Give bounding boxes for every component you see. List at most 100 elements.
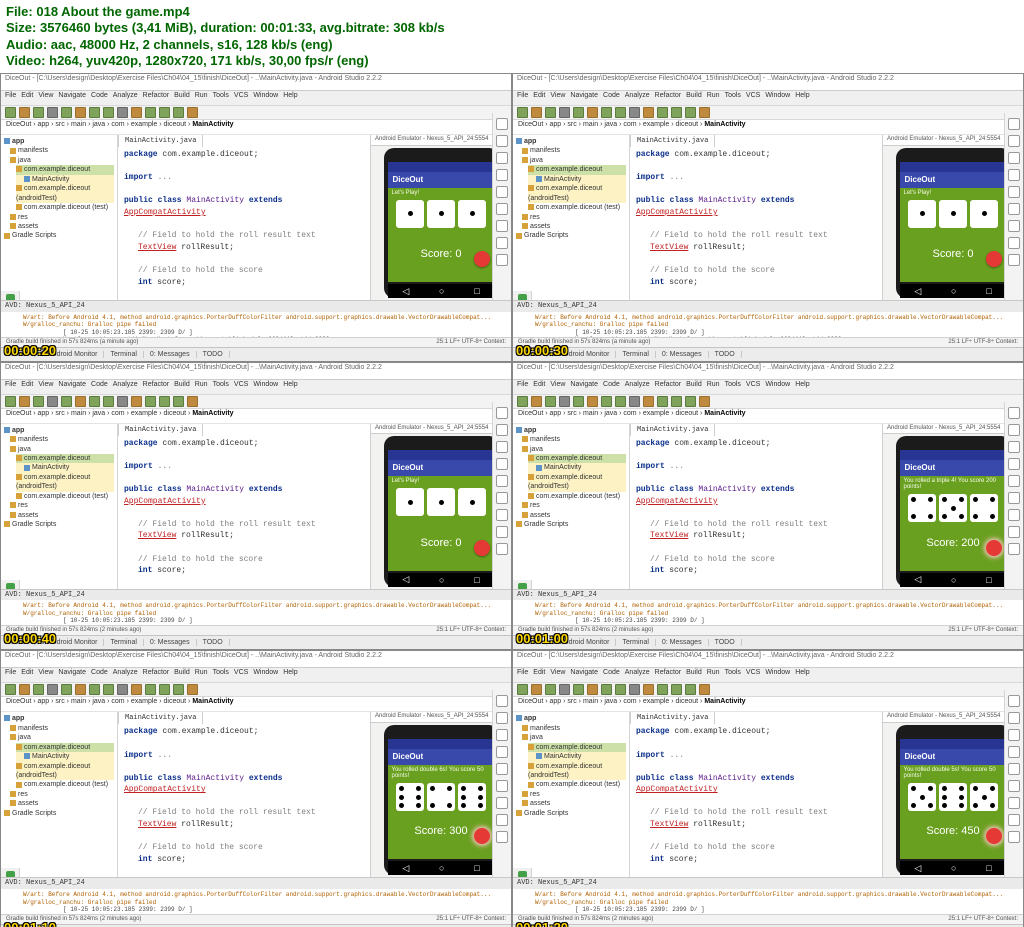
tree-item-main-activity[interactable]: MainActivity: [16, 175, 114, 184]
toolbar-icon[interactable]: [587, 684, 598, 695]
code-area[interactable]: package com.example.diceout; import ... …: [124, 149, 364, 300]
emulator-tool-icon[interactable]: [496, 254, 508, 266]
toolbar-icon[interactable]: [5, 107, 16, 118]
emulator-tool-icon[interactable]: [496, 169, 508, 181]
toolbar-icon[interactable]: [173, 107, 184, 118]
roll-fab-button[interactable]: [986, 251, 1002, 267]
emulator-tool-icon[interactable]: [496, 475, 508, 487]
app-screen[interactable]: DiceOut Let's Play! Score: 0: [900, 162, 1007, 282]
toolbar-icon[interactable]: [117, 396, 128, 407]
tree-root[interactable]: app: [516, 714, 626, 723]
menu-item[interactable]: Code: [603, 92, 620, 99]
home-icon[interactable]: ○: [439, 286, 444, 296]
menu-item[interactable]: Code: [91, 381, 108, 388]
toolbar-icon[interactable]: [559, 107, 570, 118]
menu-item[interactable]: Window: [765, 381, 790, 388]
tree-item[interactable]: Gradle Scripts: [4, 809, 114, 818]
menu-item[interactable]: Help: [283, 381, 297, 388]
emulator-tool-icon[interactable]: [1008, 220, 1020, 232]
tree-item[interactable]: java: [522, 733, 626, 742]
tree-item[interactable]: assets: [522, 799, 626, 808]
menu-item[interactable]: Analyze: [113, 381, 138, 388]
toolbar-icon[interactable]: [19, 396, 30, 407]
menu-item[interactable]: View: [550, 381, 565, 388]
tree-item[interactable]: com.example.diceout: [528, 165, 626, 174]
emulator-tool-icon[interactable]: [1008, 780, 1020, 792]
bottom-tab[interactable]: TODO: [709, 351, 742, 358]
toolbar-icon[interactable]: [19, 684, 30, 695]
emulator-tool-icon[interactable]: [1008, 118, 1020, 130]
menu-item[interactable]: Edit: [21, 92, 33, 99]
run-tab-header[interactable]: AVD: Nexus_5_API_24: [513, 590, 1023, 601]
menu-item[interactable]: VCS: [234, 381, 248, 388]
tree-item[interactable]: manifests: [522, 724, 626, 733]
editor-tab[interactable]: MainActivity.java: [118, 135, 203, 147]
menu-item[interactable]: Build: [686, 92, 702, 99]
toolbar-icon[interactable]: [699, 396, 710, 407]
toolbar-icon[interactable]: [173, 396, 184, 407]
menu-item[interactable]: View: [38, 669, 53, 676]
back-icon[interactable]: ◁: [914, 574, 921, 585]
menu-item[interactable]: File: [5, 381, 16, 388]
menu-item[interactable]: Edit: [21, 669, 33, 676]
tree-item[interactable]: assets: [522, 511, 626, 520]
tree-item[interactable]: java: [522, 156, 626, 165]
toolbar-icon[interactable]: [657, 107, 668, 118]
emulator-tool-icon[interactable]: [496, 441, 508, 453]
menu-item[interactable]: Edit: [21, 381, 33, 388]
menu-item[interactable]: Run: [707, 92, 720, 99]
tree-item[interactable]: com.example.diceout (androidTest): [528, 184, 626, 203]
toolbar-icon[interactable]: [131, 107, 142, 118]
toolbar-icon[interactable]: [145, 396, 156, 407]
emulator-tool-icon[interactable]: [1008, 712, 1020, 724]
toolbar-icon[interactable]: [103, 684, 114, 695]
menu-item[interactable]: Tools: [213, 669, 229, 676]
app-screen[interactable]: DiceOut Let's Play! Score: 0: [388, 162, 495, 282]
bottom-tab[interactable]: Terminal: [616, 351, 655, 358]
bottom-tab[interactable]: 0: Messages: [656, 639, 709, 646]
menu-item[interactable]: Help: [795, 669, 809, 676]
toolbar-icon[interactable]: [159, 396, 170, 407]
menu-item[interactable]: Window: [253, 381, 278, 388]
bottom-tab[interactable]: TODO: [197, 639, 230, 646]
tree-item[interactable]: res: [10, 213, 114, 222]
menu-item[interactable]: Navigate: [570, 381, 598, 388]
emulator-tool-icon[interactable]: [1008, 763, 1020, 775]
tree-item[interactable]: java: [10, 156, 114, 165]
menu-item[interactable]: VCS: [234, 92, 248, 99]
menu-item[interactable]: Navigate: [58, 669, 86, 676]
roll-fab-button[interactable]: [474, 828, 490, 844]
tree-root[interactable]: app: [4, 714, 114, 723]
toolbar-icon[interactable]: [573, 107, 584, 118]
emulator-tool-icon[interactable]: [1008, 509, 1020, 521]
tree-item[interactable]: manifests: [10, 724, 114, 733]
bottom-tab[interactable]: Terminal: [616, 639, 655, 646]
emulator-tool-icon[interactable]: [496, 237, 508, 249]
menu-item[interactable]: Window: [253, 92, 278, 99]
toolbar-icon[interactable]: [685, 396, 696, 407]
emulator-tool-icon[interactable]: [1008, 237, 1020, 249]
tree-item[interactable]: Gradle Scripts: [4, 231, 114, 240]
tree-item-main-activity[interactable]: MainActivity: [16, 463, 114, 472]
emulator-tool-icon[interactable]: [496, 458, 508, 470]
tree-item[interactable]: res: [10, 501, 114, 510]
toolbar-icon[interactable]: [5, 684, 16, 695]
menu-item[interactable]: Window: [253, 669, 278, 676]
menu-item[interactable]: Refactor: [143, 381, 169, 388]
toolbar-icon[interactable]: [685, 684, 696, 695]
menu-item[interactable]: File: [517, 381, 528, 388]
toolbar-icon[interactable]: [671, 107, 682, 118]
menu-item[interactable]: Help: [283, 669, 297, 676]
code-area[interactable]: package com.example.diceout; import ... …: [124, 438, 364, 589]
tree-root[interactable]: app: [4, 137, 114, 146]
menu-item[interactable]: Build: [174, 381, 190, 388]
tree-item[interactable]: Gradle Scripts: [4, 520, 114, 529]
menu-item[interactable]: File: [5, 92, 16, 99]
bottom-tab[interactable]: TODO: [197, 351, 230, 358]
toolbar-icon[interactable]: [629, 684, 640, 695]
menu-item[interactable]: Refactor: [655, 92, 681, 99]
toolbar-icon[interactable]: [187, 107, 198, 118]
toolbar-icon[interactable]: [89, 107, 100, 118]
tree-item[interactable]: Gradle Scripts: [516, 231, 626, 240]
emulator-tool-icon[interactable]: [496, 543, 508, 555]
